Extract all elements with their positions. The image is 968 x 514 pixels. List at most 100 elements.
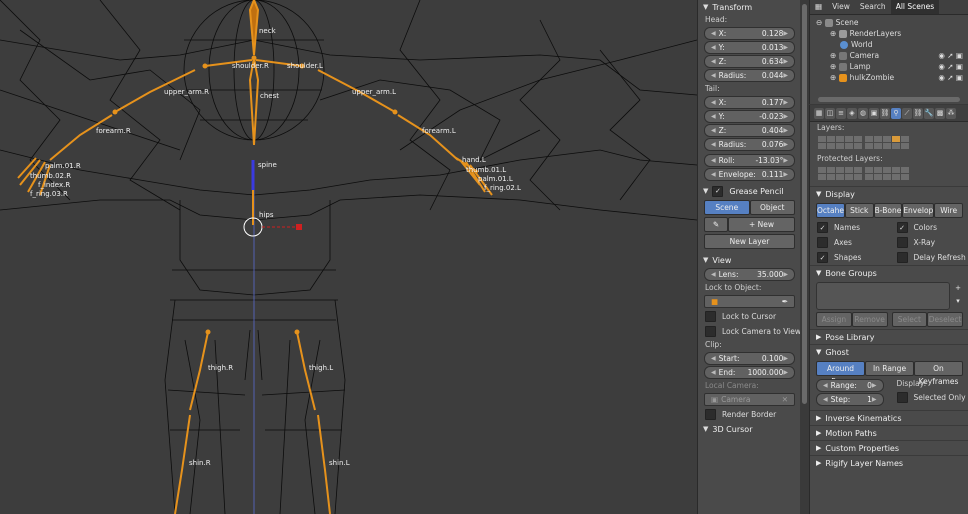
head-z-field[interactable]: ◀ Z: 0.634 ▶ (704, 55, 795, 68)
ghost-range-field[interactable]: ◀ Range: 0 ▶ (816, 379, 884, 392)
expand-icon[interactable]: ⊕ (830, 50, 839, 61)
bbone-button[interactable]: B-Bone (873, 203, 903, 218)
outliner-row-scene[interactable]: ⊖ Scene (816, 17, 968, 28)
clear-x-icon[interactable]: ✕ (782, 395, 788, 404)
expand-icon[interactable]: ⊕ (830, 72, 839, 83)
lock-to-cursor-checkbox[interactable]: Lock to Cursor (698, 309, 801, 324)
armature-data-tab-icon[interactable]: ⚲ (891, 107, 901, 119)
select-button[interactable]: Select (891, 312, 928, 327)
scrollbar-thumb[interactable] (802, 4, 807, 404)
outliner-row-world[interactable]: World (816, 39, 968, 50)
grease-pencil-panel-header[interactable]: ▼ ✓ Grease Pencil (698, 184, 801, 198)
manipulator-handle[interactable] (296, 224, 302, 230)
bone-tab-icon[interactable]: ⟋ (902, 107, 912, 119)
tail-x-field[interactable]: ◀ X: 0.177 ▶ (704, 96, 795, 109)
lock-camera-to-view-checkbox[interactable]: Lock Camera to View (698, 324, 801, 339)
ghost-step-field[interactable]: ◀ Step: 1 ▶ (816, 393, 884, 406)
render-tab-icon[interactable]: ◫ (825, 107, 835, 119)
expand-icon[interactable]: ⊖ (816, 17, 825, 28)
pose-library-panel-header[interactable]: ▶ Pose Library (810, 329, 968, 344)
transform-panel-header[interactable]: ▼ Transform (698, 0, 801, 14)
editor-type-icon[interactable]: ▦ (814, 107, 824, 119)
remove-group-minus-icon[interactable]: ▾ (953, 295, 963, 308)
expand-icon[interactable]: ⊕ (830, 61, 839, 72)
lens-field[interactable]: ◀ Lens: 35.000 ▶ (704, 268, 795, 281)
head-radius-field[interactable]: ◀ Radius: 0.044 ▶ (704, 69, 795, 82)
stick-button[interactable]: Stick (844, 203, 874, 218)
object-tab-icon[interactable]: ▣ (869, 107, 879, 119)
armature[interactable] (17, 0, 493, 514)
world-tab-icon[interactable]: ◍ (858, 107, 868, 119)
grease-pencil-checkbox[interactable]: ✓ (712, 185, 724, 197)
scene-button[interactable]: Scene (704, 200, 750, 215)
bone-constraint-tab-icon[interactable]: ⛓ (913, 107, 923, 119)
outliner-menu-search[interactable]: Search (855, 0, 891, 14)
eyedropper-icon[interactable]: ✒ (782, 297, 788, 306)
ghost-panel-header[interactable]: ▼ Ghost (810, 344, 968, 359)
layers-tab-icon[interactable]: ≡ (836, 107, 846, 119)
visibility-eye-icon[interactable]: ◉ ➚ ▣ (938, 72, 968, 83)
new-grease-button[interactable]: + New (728, 217, 795, 232)
clip-end-field[interactable]: ◀ End: 1000.000 ▶ (704, 366, 795, 379)
inverse-kinematics-panel-header[interactable]: ▶ Inverse Kinematics (810, 410, 968, 425)
in-range-button[interactable]: In Range (865, 361, 914, 376)
constraints-tab-icon[interactable]: ⛓ (880, 107, 890, 119)
outliner-display-mode[interactable]: All Scenes (890, 0, 940, 14)
outliner-row-camera[interactable]: ⊕ Camera ◉ ➚ ▣ (816, 50, 968, 61)
head-y-field[interactable]: ◀ Y: 0.013 ▶ (704, 41, 795, 54)
shapes-checkbox[interactable]: ✓ Shapes (810, 250, 890, 265)
clip-start-field[interactable]: ◀ Start: 0.100 ▶ (704, 352, 795, 365)
protected-layers-grid[interactable] (818, 167, 961, 180)
3d-cursor-panel-header[interactable]: ▼ 3D Cursor (698, 422, 801, 436)
lock-object-field[interactable]: ■ ✒ (704, 295, 795, 308)
tail-z-field[interactable]: ◀ Z: 0.404 ▶ (704, 124, 795, 137)
tail-y-field[interactable]: ◀ Y: -0.023 ▶ (704, 110, 795, 123)
object-button[interactable]: Object (749, 200, 795, 215)
deselect-button[interactable]: Deselect (927, 312, 963, 327)
envelope-button[interactable]: Envelop (902, 203, 935, 218)
axes-checkbox[interactable]: Axes (810, 235, 890, 250)
view-panel-header[interactable]: ▼ View (698, 253, 801, 267)
side-panel-scrollbar[interactable] (800, 0, 809, 514)
outliner-row-lamp[interactable]: ⊕ Lamp ◉ ➚ ▣ (816, 61, 968, 72)
visibility-eye-icon[interactable]: ◉ ➚ ▣ (938, 61, 968, 72)
remove-button[interactable]: Remove (851, 312, 888, 327)
bone-groups-list[interactable] (816, 282, 950, 310)
expand-icon[interactable]: ⊕ (830, 28, 839, 39)
on-keyframes-button[interactable]: On Keyframes (914, 361, 963, 386)
particles-tab-icon[interactable]: ⁂ (946, 107, 956, 119)
local-camera-field[interactable]: ▣ Camera ✕ (704, 393, 795, 406)
around-frame-button[interactable]: Around Fra... (816, 361, 865, 386)
new-layer-button[interactable]: New Layer (704, 234, 795, 249)
outliner-scrollbar[interactable] (818, 97, 960, 102)
motion-paths-panel-header[interactable]: ▶ Motion Paths (810, 425, 968, 440)
custom-properties-panel-header[interactable]: ▶ Custom Properties (810, 440, 968, 455)
head-x-field[interactable]: ◀ X: 0.128 ▶ (704, 27, 795, 40)
delay-refresh-checkbox[interactable]: Delay Refresh (890, 250, 968, 265)
tail-radius-field[interactable]: ◀ Radius: 0.076 ▶ (704, 138, 795, 151)
assign-button[interactable]: Assign (816, 312, 852, 327)
xray-checkbox[interactable]: X-Ray (890, 235, 968, 250)
wire-button[interactable]: Wire (934, 203, 963, 218)
armature-layers-grid[interactable] (818, 136, 961, 149)
editor-type-icon[interactable]: ▦ (810, 0, 827, 14)
octahedral-button[interactable]: Octahe (816, 203, 845, 218)
render-border-checkbox[interactable]: Render Border (698, 407, 801, 422)
colors-checkbox[interactable]: ✓ Colors (890, 220, 968, 235)
rigify-layer-names-panel-header[interactable]: ▶ Rigify Layer Names (810, 455, 968, 470)
pencil-icon[interactable]: ✎ (704, 217, 728, 232)
outliner-row-hulkzombie[interactable]: ⊕ hulkZombie ◉ ➚ ▣ (816, 72, 968, 83)
texture-tab-icon[interactable]: ▩ (935, 107, 945, 119)
modifiers-tab-icon[interactable]: 🔧 (924, 107, 934, 119)
display-panel-header[interactable]: ▼ Display (810, 186, 968, 201)
3d-viewport[interactable]: neck shoulder.R shoulder.L upper_arm.R u… (0, 0, 697, 514)
outliner-menu-view[interactable]: View (827, 0, 855, 14)
names-checkbox[interactable]: ✓ Names (810, 220, 890, 235)
selected-only-checkbox[interactable]: Selected Only (890, 390, 968, 405)
scene-tab-icon[interactable]: ◈ (847, 107, 857, 119)
envelope-field[interactable]: ◀ Envelope: 0.111 ▶ (704, 168, 795, 181)
roll-field[interactable]: ◀ Roll: -13.03° ▶ (704, 154, 795, 167)
visibility-eye-icon[interactable]: ◉ ➚ ▣ (938, 50, 968, 61)
outliner-row-renderlayers[interactable]: ⊕ RenderLayers (816, 28, 968, 39)
bone-groups-panel-header[interactable]: ▼ Bone Groups (810, 265, 968, 280)
